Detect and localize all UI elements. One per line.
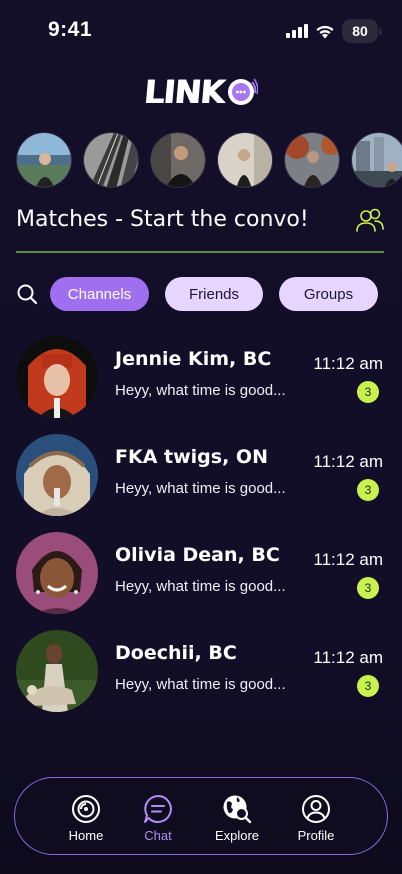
story-avatar[interactable] — [351, 132, 402, 188]
avatar — [16, 336, 98, 418]
match-stories — [16, 132, 402, 190]
tab-explore-label: Explore — [214, 828, 260, 843]
chat-icon — [144, 795, 172, 823]
story-avatar[interactable] — [83, 132, 139, 188]
filter-bar: Channels Friends Groups — [16, 276, 386, 312]
unread-badge: 3 — [357, 381, 379, 403]
chat-name: FKA twigs, ON — [115, 446, 268, 468]
bottom-tab-bar: Home Chat Explore Profile — [14, 777, 388, 855]
battery-indicator: 80 — [342, 19, 382, 43]
filter-channels-button[interactable]: Channels — [50, 277, 149, 311]
chat-row[interactable]: Olivia Dean, BC Heyy, what time is good.… — [0, 530, 402, 616]
chat-preview: Heyy, what time is good... — [115, 480, 286, 497]
chat-timestamp: 11:12 am — [313, 354, 383, 373]
chat-timestamp: 11:12 am — [313, 452, 383, 471]
unread-badge: 3 — [357, 577, 379, 599]
chat-preview: Heyy, what time is good... — [115, 676, 286, 693]
chat-preview: Heyy, what time is good... — [115, 382, 286, 399]
home-icon — [72, 795, 100, 823]
chat-preview: Heyy, what time is good... — [115, 578, 286, 595]
chat-row[interactable]: Jennie Kim, BC Heyy, what time is good..… — [0, 334, 402, 420]
unread-badge: 3 — [357, 675, 379, 697]
profile-icon — [302, 795, 330, 823]
chat-row[interactable]: Doechii, BC Heyy, what time is good... 1… — [0, 628, 402, 714]
signal-icon — [286, 24, 308, 38]
chat-name: Olivia Dean, BC — [115, 544, 280, 566]
avatar — [16, 434, 98, 516]
avatar — [16, 532, 98, 614]
story-avatar[interactable] — [150, 132, 206, 188]
filter-friends-button[interactable]: Friends — [165, 277, 263, 311]
search-icon[interactable] — [16, 283, 38, 305]
group-icon[interactable] — [354, 206, 386, 236]
tab-home-label: Home — [68, 828, 104, 843]
app-logo: LINK — [0, 68, 402, 116]
tab-home[interactable]: Home — [56, 794, 116, 846]
tab-profile[interactable]: Profile — [286, 794, 346, 846]
story-avatar[interactable] — [16, 132, 72, 188]
tab-profile-label: Profile — [297, 828, 335, 843]
header-divider — [16, 251, 384, 253]
page-title: Matches - Start the convo! — [16, 207, 309, 232]
tab-chat[interactable]: Chat — [128, 794, 188, 846]
explore-icon — [223, 795, 252, 824]
chat-name: Doechii, BC — [115, 642, 237, 664]
logo-text: LINK — [142, 73, 226, 111]
filter-groups-button[interactable]: Groups — [279, 277, 378, 311]
tab-explore[interactable]: Explore — [207, 794, 267, 846]
avatar — [16, 630, 98, 712]
unread-badge: 3 — [357, 479, 379, 501]
story-avatar[interactable] — [284, 132, 340, 188]
chat-timestamp: 11:12 am — [313, 550, 383, 569]
logo-chat-bubble-icon — [227, 78, 258, 105]
chat-name: Jennie Kim, BC — [115, 348, 272, 370]
chat-row[interactable]: FKA twigs, ON Heyy, what time is good...… — [0, 432, 402, 518]
chat-timestamp: 11:12 am — [313, 648, 383, 667]
status-time: 9:41 — [48, 18, 93, 41]
status-bar: 9:41 80 — [0, 0, 402, 60]
status-icons: 80 — [286, 19, 382, 43]
wifi-icon — [316, 25, 334, 38]
story-avatar[interactable] — [217, 132, 273, 188]
matches-header: Matches - Start the convo! — [16, 204, 386, 240]
tab-chat-label: Chat — [144, 828, 172, 843]
